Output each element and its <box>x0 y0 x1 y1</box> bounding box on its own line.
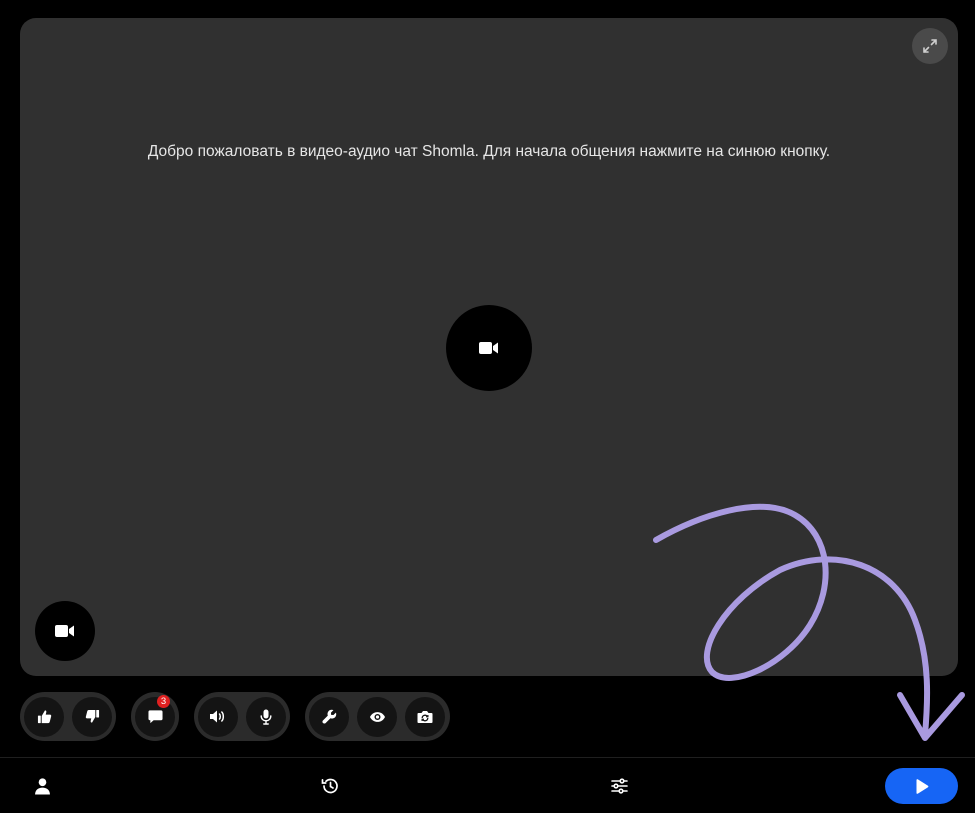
start-chat-button[interactable] <box>885 768 958 804</box>
video-panel: Добро пожаловать в видео-аудио чат Shoml… <box>20 18 958 676</box>
eye-icon <box>369 711 385 722</box>
sliders-icon <box>610 778 628 794</box>
wrench-icon <box>321 709 336 724</box>
video-camera-icon <box>479 342 498 354</box>
chat-button[interactable]: 3 <box>135 694 175 737</box>
video-camera-icon <box>55 625 74 637</box>
fullscreen-button[interactable] <box>912 28 948 64</box>
unread-badge: 3 <box>157 694 170 708</box>
settings-button[interactable] <box>309 696 349 737</box>
self-camera-button[interactable] <box>35 601 95 661</box>
switch-camera-button[interactable] <box>405 696 445 737</box>
thumbs-down-icon <box>85 709 99 723</box>
expand-arrows-icon <box>923 39 937 53</box>
history-button[interactable] <box>314 770 346 802</box>
profile-button[interactable] <box>26 770 58 802</box>
thumbs-up-icon <box>37 710 51 724</box>
microphone-icon <box>260 709 272 725</box>
history-clock-icon <box>321 778 338 794</box>
like-button[interactable] <box>24 696 64 737</box>
welcome-message: Добро пожаловать в видео-аудио чат Shoml… <box>147 143 831 160</box>
speaker-volume-icon <box>210 710 225 723</box>
chat-group: 3 <box>131 692 179 741</box>
volume-button[interactable] <box>198 696 238 737</box>
chat-bubble-icon <box>147 710 163 724</box>
audio-group <box>194 692 290 741</box>
partner-video-placeholder <box>446 305 532 391</box>
divider <box>0 757 975 758</box>
filters-button[interactable] <box>603 770 635 802</box>
dislike-button[interactable] <box>72 696 112 737</box>
camera-rotate-icon <box>417 710 433 723</box>
visibility-button[interactable] <box>357 696 397 737</box>
rating-group <box>20 692 116 741</box>
play-icon <box>916 778 928 794</box>
tools-group <box>305 692 450 741</box>
user-icon <box>34 777 50 794</box>
microphone-button[interactable] <box>246 696 286 737</box>
